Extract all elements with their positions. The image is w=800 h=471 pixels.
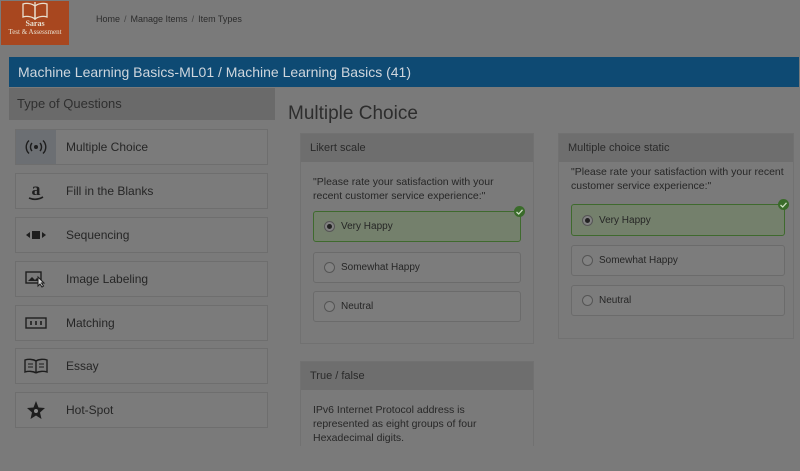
sidebar-item-essay[interactable]: Essay	[15, 348, 268, 384]
breadcrumb-separator: /	[124, 14, 127, 24]
breadcrumb-home[interactable]: Home	[96, 14, 120, 24]
option-label: Somewhat Happy	[341, 262, 420, 273]
radio-selected-icon	[324, 221, 335, 232]
sequence-arrows-icon	[16, 218, 56, 252]
option-label: Somewhat Happy	[599, 255, 678, 266]
check-icon	[514, 206, 525, 217]
likert-scale-card[interactable]: Likert scale "Please rate your satisfact…	[300, 133, 534, 344]
option-label: Neutral	[599, 295, 632, 306]
option-very-happy[interactable]: Very Happy	[313, 206, 525, 242]
radio-selected-icon	[582, 214, 593, 226]
sidebar-item-sequencing[interactable]: Sequencing	[15, 217, 268, 253]
option-very-happy[interactable]: Very Happy	[571, 199, 789, 236]
check-icon	[778, 199, 789, 210]
radio-signal-icon	[16, 130, 56, 164]
breadcrumb-separator: /	[191, 14, 195, 24]
question-text: "Please rate your satisfaction with your…	[571, 166, 784, 192]
svg-text:a: a	[32, 181, 41, 199]
option-somewhat-happy[interactable]: Somewhat Happy	[571, 245, 785, 276]
sidebar-header: Type of Questions	[9, 88, 275, 120]
radio-icon	[324, 262, 335, 273]
hotspot-star-icon	[16, 393, 56, 427]
breadcrumb-item-types: Item Types	[198, 14, 242, 24]
sidebar-item-label: Sequencing	[66, 228, 130, 242]
sidebar-item-image-labeling[interactable]: Image Labeling	[15, 261, 268, 297]
image-pointer-icon	[16, 262, 56, 296]
open-book-icon	[16, 349, 56, 383]
app-logo[interactable]: Saras Test & Assessment	[1, 1, 69, 45]
card-title: Likert scale	[301, 134, 533, 162]
radio-icon	[582, 255, 593, 266]
course-title-bar: Machine Learning Basics-ML01 / Machine L…	[9, 57, 799, 87]
question-text: IPv6 Internet Protocol address is repres…	[313, 404, 477, 444]
option-somewhat-happy[interactable]: Somewhat Happy	[313, 252, 521, 283]
sidebar-item-label: Essay	[66, 359, 99, 373]
card-title: True / false	[301, 362, 533, 390]
sidebar-item-label: Image Labeling	[66, 272, 149, 286]
question-text: "Please rate your satisfaction with your…	[313, 176, 494, 202]
option-neutral[interactable]: Neutral	[313, 291, 521, 322]
true-false-card[interactable]: True / false IPv6 Internet Protocol addr…	[300, 361, 534, 446]
matching-icon	[16, 306, 56, 340]
sidebar-item-label: Hot-Spot	[66, 403, 114, 417]
letter-a-icon: a	[16, 174, 56, 208]
sidebar-item-label: Fill in the Blanks	[66, 184, 154, 198]
sidebar-item-matching[interactable]: Matching	[15, 305, 268, 341]
logo-text-secondary: Test & Assessment	[8, 28, 62, 36]
sidebar-item-label: Matching	[66, 316, 115, 330]
multiple-choice-static-card[interactable]: Multiple choice static "Please rate your…	[558, 133, 794, 339]
sidebar-item-label: Multiple Choice	[66, 140, 149, 154]
sidebar-item-hot-spot[interactable]: Hot-Spot	[15, 392, 268, 428]
book-logo-icon	[22, 2, 48, 20]
logo-text-primary: Saras	[25, 19, 45, 28]
card-title: Multiple choice static	[559, 134, 793, 162]
radio-icon	[324, 301, 335, 312]
page-title: Multiple Choice	[288, 103, 418, 124]
sidebar-item-multiple-choice[interactable]: Multiple Choice	[15, 129, 268, 165]
breadcrumb: Home / Manage Items / Item Types	[96, 14, 242, 24]
option-neutral[interactable]: Neutral	[571, 285, 785, 316]
option-label: Neutral	[341, 301, 374, 312]
option-label: Very Happy	[599, 214, 651, 226]
sidebar-item-fill-in-the-blanks[interactable]: a Fill in the Blanks	[15, 173, 268, 209]
radio-icon	[582, 295, 593, 306]
option-label: Very Happy	[341, 221, 393, 232]
breadcrumb-manage-items[interactable]: Manage Items	[131, 14, 188, 24]
